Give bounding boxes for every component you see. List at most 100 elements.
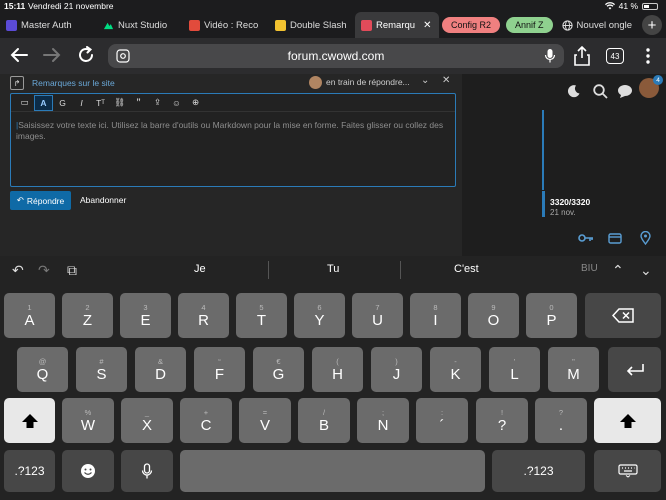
key-k[interactable]: -K (430, 347, 481, 392)
undo-icon[interactable]: ↶ (12, 262, 24, 279)
tab-active[interactable]: Remarqu ✕ (355, 12, 439, 38)
text-style-button[interactable]: A (34, 94, 53, 111)
key-q[interactable]: @ Q (17, 347, 68, 392)
tab-2[interactable]: Nuxt Studio (97, 12, 183, 38)
url-text: forum.cwowd.com (287, 49, 385, 63)
key-d[interactable]: & D (135, 347, 186, 392)
hide-keyboard-key[interactable] (594, 450, 661, 492)
numbers-key-left[interactable]: .?123 (4, 450, 55, 492)
editor-toolbar: ▭ A G I Tᵀ ⛓ ” ⇪ ☺ ⊕ (11, 94, 455, 112)
upload-icon[interactable]: ⇪ (148, 95, 167, 111)
toggle-rich-text-icon[interactable]: ▭ (15, 95, 34, 111)
tab-1[interactable]: Master Auth (0, 12, 97, 38)
location-button[interactable] (637, 231, 653, 245)
key-a[interactable]: 1A (4, 293, 55, 338)
key-l[interactable]: ' L (489, 347, 540, 392)
dictation-key[interactable] (121, 450, 173, 492)
close-icon[interactable]: ✕ (442, 75, 450, 86)
heading-button[interactable]: Tᵀ (91, 95, 110, 111)
key-period[interactable]: ?. (535, 398, 587, 443)
italic-button[interactable]: I (72, 95, 91, 111)
key-p[interactable]: 0P (526, 293, 577, 338)
chat-icon (618, 84, 632, 98)
new-tab-button[interactable]: + (642, 15, 662, 35)
reply-arrow-icon[interactable]: ↱ (10, 76, 24, 90)
emoji-icon[interactable]: ☺ (167, 95, 186, 111)
key-h[interactable]: (H (312, 347, 363, 392)
card-button[interactable] (607, 231, 623, 245)
key-r[interactable]: 4R (178, 293, 229, 338)
forward-button[interactable] (41, 44, 63, 66)
key-g[interactable]: € G (253, 347, 304, 392)
key-b[interactable]: / B (298, 398, 350, 443)
site-header: 4 (455, 74, 666, 110)
key-j[interactable]: ) J (371, 347, 422, 392)
reply-editor[interactable]: ▭ A G I Tᵀ ⛓ ” ⇪ ☺ ⊕ |Saisissez votre te… (10, 93, 456, 187)
chevron-down-icon[interactable]: ⌄ (640, 262, 652, 279)
search-button[interactable] (593, 82, 608, 100)
tab-group-config-r2[interactable]: Config R2 (442, 17, 501, 33)
clipboard-icon[interactable]: ⧉ (67, 262, 77, 279)
tab-favicon-icon (6, 19, 17, 31)
key-t[interactable]: 5T (236, 293, 287, 338)
menu-button[interactable] (637, 45, 659, 67)
key-m[interactable]: " M (548, 347, 599, 392)
shift-key-right[interactable] (594, 398, 661, 443)
format-biu-button[interactable]: BIU (581, 263, 598, 274)
address-bar[interactable]: forum.cwowd.com (108, 44, 564, 68)
key-accent[interactable]: : ´ (416, 398, 468, 443)
chat-button[interactable] (617, 82, 633, 100)
suggestion-3[interactable]: C'est (454, 263, 479, 275)
key-s[interactable]: # S (76, 347, 127, 392)
suggestion-2[interactable]: Tu (327, 263, 339, 275)
composer-topic-link[interactable]: Remarques sur le site (32, 78, 115, 88)
share-button[interactable] (571, 45, 593, 67)
tab-3[interactable]: Vidéo : Reco (183, 12, 269, 38)
back-button[interactable] (8, 44, 30, 66)
tab-switcher-button[interactable]: 43 (604, 45, 626, 67)
collapse-chevron-icon[interactable]: ⌄ (421, 75, 429, 86)
key-z[interactable]: 2Z (62, 293, 113, 338)
redo-icon[interactable]: ↷ (38, 262, 50, 279)
microphone-icon[interactable] (544, 48, 556, 64)
key-f[interactable]: “F (194, 347, 245, 392)
on-screen-keyboard: ↶ ↷ ⧉ Je Tu C'est BIU ⌃ ⌄ 1A 2Z 3E 4R 5T… (0, 256, 666, 500)
timeline-handle[interactable] (542, 191, 545, 217)
reload-button[interactable] (75, 44, 97, 66)
key-o[interactable]: 9O (468, 293, 519, 338)
delete-key[interactable] (585, 293, 661, 338)
card-icon (608, 232, 622, 244)
add-icon[interactable]: ⊕ (186, 95, 205, 111)
user-avatar[interactable]: 4 (639, 75, 663, 98)
theme-toggle[interactable] (567, 82, 581, 100)
key-c[interactable]: + C (180, 398, 232, 443)
key-e[interactable]: 3E (120, 293, 171, 338)
key-question[interactable]: !? (476, 398, 528, 443)
emoji-key[interactable] (62, 450, 114, 492)
tab-group-annif-z[interactable]: Annif Z (506, 17, 553, 33)
cancel-link[interactable]: Abandonner (80, 195, 126, 205)
link-icon[interactable]: ⛓ (110, 95, 129, 111)
key-n[interactable]: ; N (357, 398, 409, 443)
shift-key-left[interactable] (4, 398, 55, 443)
battery-icon (642, 2, 658, 10)
tab-4[interactable]: Double Slash (269, 12, 355, 38)
return-key[interactable] (608, 347, 661, 392)
key-button[interactable] (578, 231, 594, 245)
tab-close-icon[interactable]: ✕ (423, 20, 431, 31)
key-i[interactable]: 8I (410, 293, 461, 338)
bold-button[interactable]: G (53, 95, 72, 111)
quote-button[interactable]: ” (129, 95, 148, 111)
key-y[interactable]: 6Y (294, 293, 345, 338)
space-key[interactable] (180, 450, 485, 492)
timeline-track[interactable] (542, 110, 544, 190)
key-w[interactable]: % W (62, 398, 114, 443)
chevron-up-icon[interactable]: ⌃ (612, 262, 624, 279)
tab-new-tab-page[interactable]: Nouvel ongle (556, 12, 634, 38)
suggestion-1[interactable]: Je (194, 263, 206, 275)
key-u[interactable]: 7U (352, 293, 403, 338)
reply-submit-button[interactable]: ↶ Répondre (10, 191, 71, 210)
key-x[interactable]: _ X (121, 398, 173, 443)
numbers-key-right[interactable]: .?123 (492, 450, 585, 492)
key-v[interactable]: = V (239, 398, 291, 443)
